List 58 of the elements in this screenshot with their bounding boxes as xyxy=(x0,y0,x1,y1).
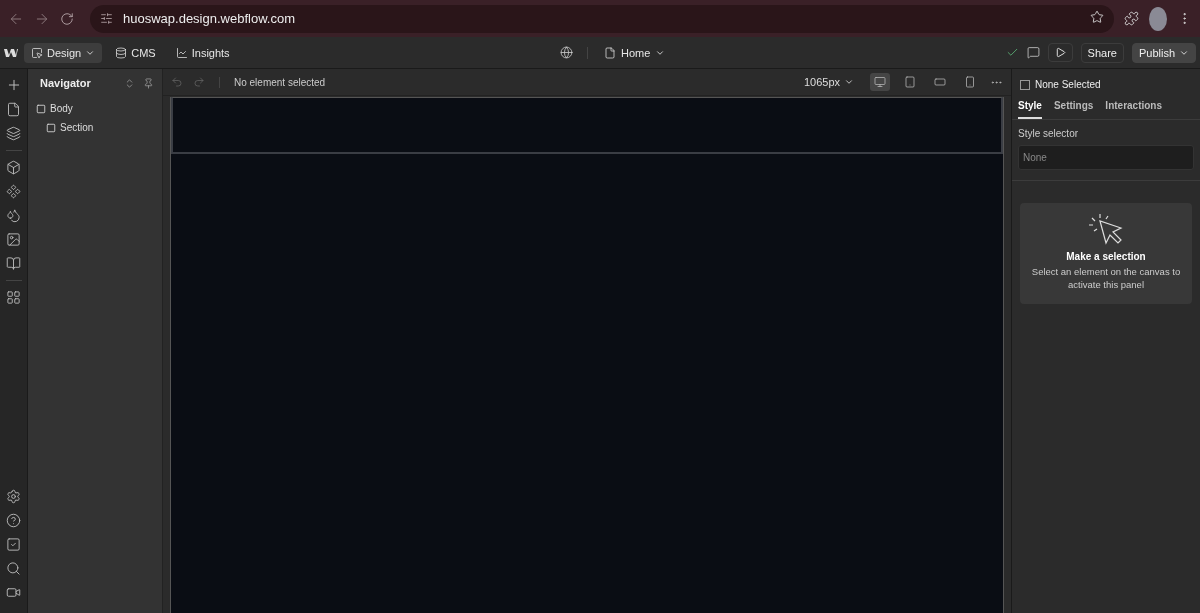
apps-icon[interactable] xyxy=(6,290,21,305)
search-icon[interactable] xyxy=(6,561,21,576)
component-icon[interactable] xyxy=(6,184,21,199)
page-icon[interactable] xyxy=(6,102,21,117)
comment-icon[interactable] xyxy=(1026,46,1040,59)
selection-status: No element selected xyxy=(219,76,326,88)
droplets-icon[interactable] xyxy=(6,208,21,223)
share-button[interactable]: Share xyxy=(1080,42,1124,63)
globe-icon[interactable] xyxy=(560,46,573,59)
page-icon xyxy=(604,46,616,59)
navigator-item[interactable]: Section xyxy=(46,118,154,137)
panel-tab[interactable]: Settings xyxy=(1053,96,1094,119)
site-settings-icon[interactable] xyxy=(100,12,113,25)
panel-tab[interactable]: Interactions xyxy=(1105,96,1163,119)
address-bar[interactable]: huoswap.design.webflow.com xyxy=(90,4,1114,33)
mode-tab[interactable]: CMS xyxy=(108,42,163,63)
empty-state-title: Make a selection xyxy=(1066,251,1146,262)
checklist-icon[interactable] xyxy=(6,537,21,552)
publish-button[interactable]: Publish xyxy=(1131,42,1196,63)
selection-checkbox[interactable] xyxy=(1020,79,1030,90)
style-selector-field[interactable]: None xyxy=(1018,145,1194,170)
phone-icon xyxy=(964,76,976,88)
navigator-item[interactable]: Body xyxy=(36,99,154,118)
empty-state-text: Select an element on the canvas to activate this panel xyxy=(1030,266,1182,292)
insights-icon xyxy=(175,46,188,59)
element-icon xyxy=(36,103,46,114)
play-icon xyxy=(1054,47,1066,58)
chevron-down-icon xyxy=(844,77,854,87)
profile-avatar[interactable] xyxy=(1149,6,1167,31)
preview-button[interactable] xyxy=(1047,43,1073,62)
check-icon xyxy=(1005,46,1019,59)
cms-icon xyxy=(115,46,128,59)
extensions-icon[interactable] xyxy=(1124,11,1139,26)
cube-icon[interactable] xyxy=(6,160,21,175)
design-icon xyxy=(31,46,43,59)
help-icon[interactable] xyxy=(6,513,21,528)
bookmark-icon[interactable] xyxy=(1090,9,1104,24)
landscape-icon xyxy=(934,76,946,88)
breakpoint-button[interactable] xyxy=(870,73,890,91)
panel-tab[interactable]: Style xyxy=(1018,96,1042,119)
video-icon[interactable] xyxy=(6,585,21,600)
logo-icon[interactable] xyxy=(4,47,18,58)
field-label: Style selector xyxy=(1018,128,1080,139)
reload-icon[interactable] xyxy=(60,11,74,26)
width-selector[interactable]: 1065px xyxy=(797,75,860,89)
selection-label: None Selected xyxy=(1035,79,1101,90)
panel-title: Navigator xyxy=(40,77,92,89)
element-icon xyxy=(46,122,56,133)
settings-icon[interactable] xyxy=(6,489,21,504)
page-selector[interactable]: Home xyxy=(587,46,666,59)
tablet-icon xyxy=(904,76,916,88)
desktop-icon xyxy=(874,76,886,88)
mode-tab[interactable]: Design xyxy=(24,42,103,63)
book-icon[interactable] xyxy=(6,256,21,271)
image-icon[interactable] xyxy=(6,232,21,247)
mode-tab[interactable]: Insights xyxy=(168,42,237,63)
pin-icon[interactable] xyxy=(143,77,154,89)
navigator-icon[interactable] xyxy=(6,126,21,141)
